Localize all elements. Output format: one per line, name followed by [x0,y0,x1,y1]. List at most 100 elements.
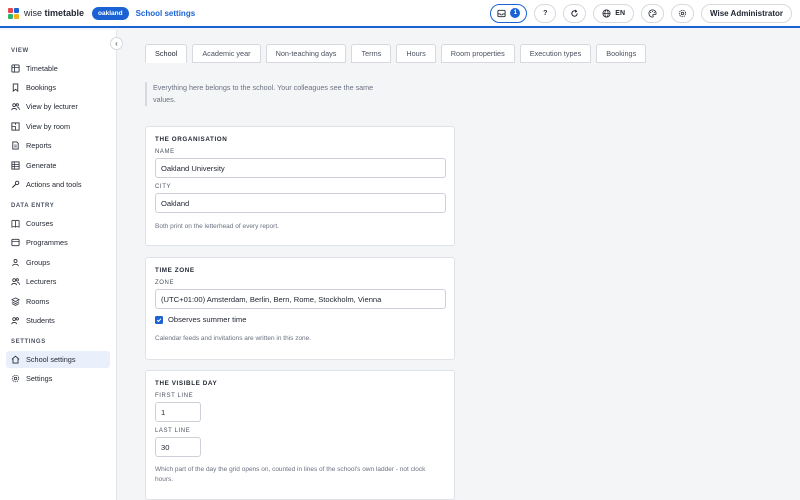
document-icon [11,141,20,150]
timezone-card: TIME ZONE ZONE (UTC+01:00) Amsterdam, Be… [145,257,455,360]
sidebar-item-label: Generate [26,161,57,170]
sidebar-item-label: School settings [26,355,76,364]
last-line-input[interactable]: 30 [155,437,201,457]
sidebar-item-label: Courses [26,219,54,228]
summer-time-label: Observes summer time [168,315,247,324]
tab-label: Execution types [529,49,582,58]
refresh-icon [571,9,578,17]
book-icon [11,219,20,228]
sidebar-item-label: Timetable [26,64,58,73]
first-line-input[interactable]: 1 [155,402,201,422]
sidebar-section-settings: SETTINGS [11,339,46,345]
summer-time-row: Observes summer time [155,315,445,324]
refresh-button[interactable] [563,3,587,23]
sidebar-item-lecturers[interactable]: Lecturers [6,273,110,290]
logo[interactable]: wise timetable [8,7,84,19]
language-button[interactable]: EN [593,3,635,23]
settings-tabs: School Academic year Non-teaching days T… [145,44,647,63]
sidebar-item-label: View by lecturer [26,102,78,111]
sidebar-item-label: Actions and tools [26,180,82,189]
organisation-title: THE ORGANISATION [155,136,228,143]
gear-icon [678,9,687,17]
sidebar-item-reports[interactable]: Reports [6,137,110,154]
logo-mark-icon [8,7,19,19]
help-button[interactable]: ? [534,3,557,23]
zone-label: ZONE [155,280,175,286]
sidebar-item-label: Settings [26,374,53,383]
sidebar-item-courses[interactable]: Courses [6,215,110,232]
theme-button[interactable] [641,3,665,23]
tab-school[interactable]: School [145,44,188,63]
sidebar-item-students[interactable]: Students [6,312,110,329]
zone-value: (UTC+01:00) Amsterdam, Berlin, Bern, Rom… [161,294,382,304]
sidebar-item-rooms[interactable]: Rooms [6,293,110,310]
sidebar-item-label: Reports [26,141,52,150]
summer-time-checkbox[interactable] [155,315,163,324]
organisation-card: THE ORGANISATION NAME Oakland University… [145,126,455,246]
globe-icon [602,8,611,18]
sidebar-item-school-settings[interactable]: School settings [6,351,110,368]
tab-label: Non-teaching days [275,49,337,58]
tab-room-properties[interactable]: Room properties [440,44,515,63]
city-label: CITY [155,184,172,190]
organisation-hint: Both print on the letterhead of every re… [155,223,279,230]
tab-label: Terms [361,49,382,58]
sidebar-item-view-by-room[interactable]: View by room [6,118,110,135]
people-icon [11,102,20,111]
first-line-label: FIRST LINE [155,393,194,399]
sidebar-item-programmes[interactable]: Programmes [6,234,110,251]
notification-count: 1 [510,8,521,18]
sidebar-item-label: Students [26,316,55,325]
visible-day-hint: Which part of the day the grid opens on,… [155,466,426,483]
sidebar-item-settings[interactable]: Settings [6,370,110,387]
preferences-button[interactable] [671,3,695,23]
sidebar-item-label: View by room [26,122,71,131]
last-line-label: LAST LINE [155,428,191,434]
name-input[interactable]: Oakland University [155,158,446,178]
user-menu-button[interactable]: Wise Administrator [701,3,792,23]
sidebar-item-view-by-lecturer[interactable]: View by lecturer [6,98,110,115]
sidebar-item-groups[interactable]: Groups [6,254,110,271]
sidebar-item-label: Rooms [26,297,50,306]
intro-text: Everything here belongs to the school. Y… [145,82,375,106]
zone-select[interactable]: (UTC+01:00) Amsterdam, Berlin, Bern, Rom… [155,289,446,309]
check-icon [156,317,162,322]
sidebar-section-data-entry: DATA ENTRY [11,203,55,209]
chevron-left-icon: ‹ [115,39,118,48]
table-icon [11,64,20,73]
tab-hours[interactable]: Hours [396,44,436,63]
tab-terms[interactable]: Terms [351,44,392,63]
palette-icon [648,8,657,18]
sidebar-item-label: Bookings [26,83,57,92]
layers-icon [11,238,20,247]
gear-icon [11,374,20,383]
visible-day-card: THE VISIBLE DAY FIRST LINE 1 LAST LINE 3… [145,370,455,500]
grid-icon [11,161,20,170]
first-line-value: 1 [161,407,166,417]
notifications-button[interactable]: 1 [490,3,528,23]
group-icon [11,258,20,267]
school-pill[interactable]: oakland [92,6,129,20]
sidebar-item-bookings[interactable]: Bookings [6,79,110,96]
collapse-sidebar-button[interactable]: ‹ [110,37,123,50]
tab-execution-types[interactable]: Execution types [519,44,592,63]
tab-academic-year[interactable]: Academic year [192,44,261,63]
tab-bookings[interactable]: Bookings [596,44,647,63]
name-value: Oakland University [161,163,225,173]
language-label: EN [615,9,626,17]
sidebar-item-generate[interactable]: Generate [6,157,110,174]
page-title: School settings [135,8,196,18]
room-icon [11,122,20,131]
people-icon [11,277,20,286]
city-input[interactable]: Oakland [155,193,446,213]
sidebar-item-timetable[interactable]: Timetable [6,60,110,77]
tab-label: Bookings [606,49,637,58]
sidebar-item-label: Groups [26,258,50,267]
tab-label: School [155,49,178,58]
visible-day-title: THE VISIBLE DAY [155,380,218,387]
sidebar-section-view: VIEW [11,48,29,54]
sidebar-item-actions-and-tools[interactable]: Actions and tools [6,176,110,193]
help-label: ? [543,9,548,17]
tab-non-teaching-days[interactable]: Non-teaching days [265,44,347,63]
tab-label: Room properties [450,49,505,58]
